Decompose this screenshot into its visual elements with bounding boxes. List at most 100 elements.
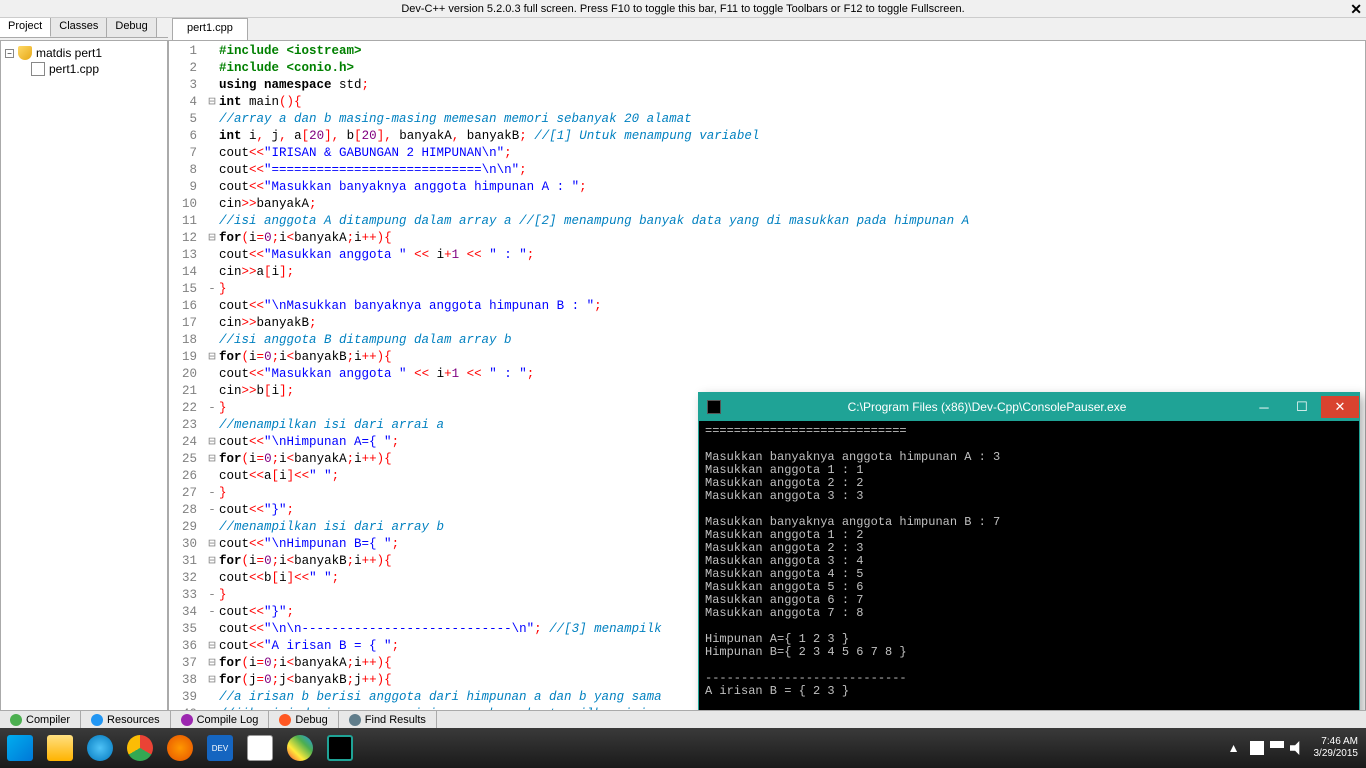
console-minimize-button[interactable]: ─ [1245, 396, 1283, 418]
code-line[interactable]: 7cout<<"IRISAN & GABUNGAN 2 HIMPUNAN\n"; [169, 145, 1365, 162]
clock-date: 3/29/2015 [1314, 748, 1359, 760]
editor-tab-pert1[interactable]: pert1.cpp [172, 18, 248, 40]
code-line[interactable]: 2#include <conio.h> [169, 60, 1365, 77]
debug-icon [279, 714, 291, 726]
fold-icon [205, 179, 219, 196]
fold-icon[interactable]: ⊟ [205, 451, 219, 468]
line-number: 33 [169, 587, 205, 604]
code-line[interactable]: 13cout<<"Masukkan anggota " << i+1 << " … [169, 247, 1365, 264]
windows-taskbar[interactable]: DEV ▲ 7:46 AM 3/29/2015 [0, 728, 1366, 768]
fold-icon [205, 128, 219, 145]
taskbar-notepad[interactable] [240, 728, 280, 768]
code-line[interactable]: 8cout<<"============================\n\n… [169, 162, 1365, 179]
code-line[interactable]: 1#include <iostream> [169, 43, 1365, 60]
taskbar-paint[interactable] [280, 728, 320, 768]
system-tray[interactable]: ▲ 7:46 AM 3/29/2015 [1228, 736, 1366, 760]
taskbar-ie[interactable] [80, 728, 120, 768]
project-icon [18, 46, 32, 60]
fold-icon[interactable]: - [205, 485, 219, 502]
line-number: 14 [169, 264, 205, 281]
fold-icon [205, 417, 219, 434]
code-line[interactable]: 18//isi anggota B ditampung dalam array … [169, 332, 1365, 349]
console-maximize-button[interactable]: ☐ [1283, 396, 1321, 418]
taskbar-devcpp[interactable]: DEV [200, 728, 240, 768]
line-number: 9 [169, 179, 205, 196]
start-button[interactable] [0, 728, 40, 768]
tray-volume-icon[interactable] [1290, 741, 1304, 755]
code-line[interactable]: 14cin>>a[i]; [169, 264, 1365, 281]
code-line[interactable]: 20cout<<"Masukkan anggota " << i+1 << " … [169, 366, 1365, 383]
console-output[interactable]: ============================ Masukkan ba… [699, 421, 1359, 754]
code-line[interactable]: 5//array a dan b masing-masing memesan m… [169, 111, 1365, 128]
panel-tab-debug[interactable]: Debug [107, 18, 156, 37]
fold-icon [205, 315, 219, 332]
taskbar-chrome[interactable] [120, 728, 160, 768]
tree-file-pert1[interactable]: pert1.cpp [5, 61, 163, 77]
code-line[interactable]: 6int i, j, a[20], b[20], banyakA, banyak… [169, 128, 1365, 145]
fold-icon[interactable]: ⊟ [205, 638, 219, 655]
panel-tab-project[interactable]: Project [0, 18, 51, 37]
close-fullscreen-button[interactable]: ✕ [1350, 1, 1362, 18]
line-number: 29 [169, 519, 205, 536]
fold-icon [205, 468, 219, 485]
bottom-tab-debug[interactable]: Debug [269, 711, 338, 728]
taskbar-explorer[interactable] [40, 728, 80, 768]
panel-tab-classes[interactable]: Classes [51, 18, 107, 37]
code-line[interactable]: 3using namespace std; [169, 77, 1365, 94]
line-number: 17 [169, 315, 205, 332]
code-line[interactable]: 16cout<<"\nMasukkan banyaknya anggota hi… [169, 298, 1365, 315]
code-line[interactable]: 17cin>>banyakB; [169, 315, 1365, 332]
fold-icon [205, 43, 219, 60]
line-number: 19 [169, 349, 205, 366]
fold-icon[interactable]: ⊟ [205, 655, 219, 672]
fold-icon[interactable]: - [205, 604, 219, 621]
log-icon [181, 714, 193, 726]
code-line[interactable]: 19⊟for(i=0;i<banyakB;i++){ [169, 349, 1365, 366]
tray-action-center-icon[interactable] [1250, 741, 1264, 755]
tray-network-icon[interactable] [1270, 741, 1284, 755]
bottom-tabs: Compiler Resources Compile Log Debug Fin… [0, 710, 1366, 728]
fold-icon[interactable]: ⊟ [205, 672, 219, 689]
line-number: 22 [169, 400, 205, 417]
taskbar-firefox[interactable] [160, 728, 200, 768]
fold-icon[interactable]: ⊟ [205, 349, 219, 366]
code-line[interactable]: 12⊟for(i=0;i<banyakA;i++){ [169, 230, 1365, 247]
check-icon [10, 714, 22, 726]
fold-icon[interactable]: - [205, 502, 219, 519]
fold-icon [205, 111, 219, 128]
code-line[interactable]: 15-} [169, 281, 1365, 298]
console-app-icon [707, 400, 721, 414]
bottom-tab-resources[interactable]: Resources [81, 711, 171, 728]
bottom-tab-compilelog[interactable]: Compile Log [171, 711, 270, 728]
fold-icon [205, 60, 219, 77]
console-titlebar[interactable]: C:\Program Files (x86)\Dev-Cpp\ConsolePa… [699, 393, 1359, 421]
tree-collapse-icon[interactable]: − [5, 49, 14, 58]
code-line[interactable]: 10cin>>banyakA; [169, 196, 1365, 213]
console-close-button[interactable]: ✕ [1321, 396, 1359, 418]
tree-root-project[interactable]: − matdis pert1 [5, 45, 163, 61]
taskbar-clock[interactable]: 7:46 AM 3/29/2015 [1314, 736, 1359, 760]
fold-icon [205, 332, 219, 349]
line-number: 31 [169, 553, 205, 570]
fold-icon[interactable]: - [205, 587, 219, 604]
bottom-tab-compiler[interactable]: Compiler [0, 711, 81, 728]
fold-icon[interactable]: ⊟ [205, 94, 219, 111]
fold-icon [205, 366, 219, 383]
fold-icon[interactable]: ⊟ [205, 536, 219, 553]
clock-time: 7:46 AM [1314, 736, 1359, 748]
taskbar-console[interactable] [320, 728, 360, 768]
fold-icon[interactable]: ⊟ [205, 230, 219, 247]
console-window[interactable]: C:\Program Files (x86)\Dev-Cpp\ConsolePa… [698, 392, 1360, 724]
fold-icon [205, 196, 219, 213]
line-number: 35 [169, 621, 205, 638]
fold-icon[interactable]: ⊟ [205, 553, 219, 570]
bottom-tab-findresults[interactable]: Find Results [339, 711, 437, 728]
code-line[interactable]: 9cout<<"Masukkan banyaknya anggota himpu… [169, 179, 1365, 196]
fold-icon[interactable]: - [205, 400, 219, 417]
code-line[interactable]: 11//isi anggota A ditampung dalam array … [169, 213, 1365, 230]
tray-chevron-icon[interactable]: ▲ [1228, 741, 1240, 755]
fold-icon[interactable]: - [205, 281, 219, 298]
fold-icon[interactable]: ⊟ [205, 434, 219, 451]
fold-icon [205, 383, 219, 400]
code-line[interactable]: 4⊟int main(){ [169, 94, 1365, 111]
